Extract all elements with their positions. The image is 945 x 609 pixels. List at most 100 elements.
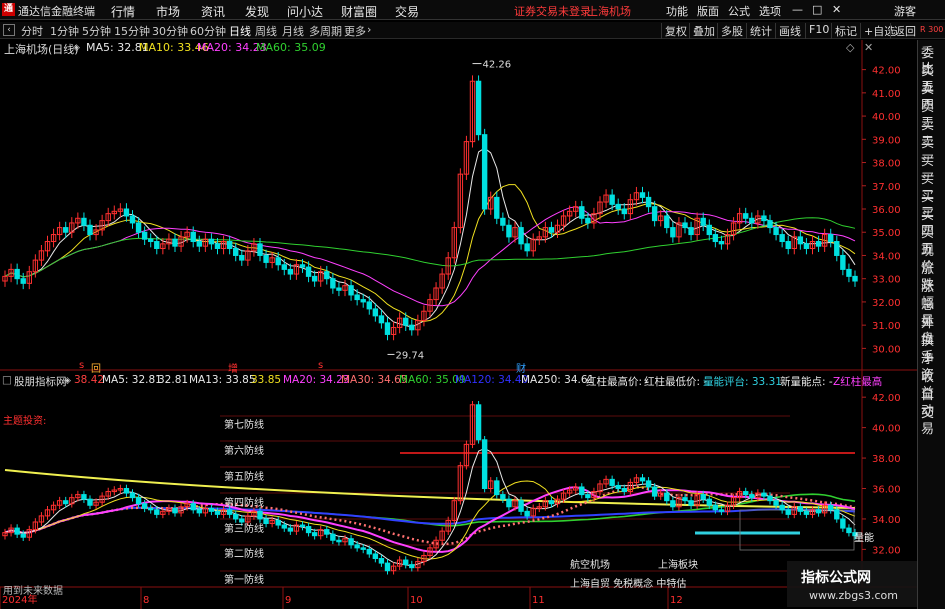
ind-z-red: Z红柱最高 — [833, 376, 883, 388]
candle-body — [797, 236, 804, 245]
period-tab-daily[interactable]: 日线 — [229, 23, 251, 39]
candle-body — [409, 324, 415, 331]
login-status[interactable]: 证券交易未登录 — [514, 3, 591, 19]
period-tab-5min[interactable]: 5分钟 — [82, 23, 111, 39]
period-tab-weekly[interactable]: 周线 — [255, 23, 277, 39]
more-chevron-icon[interactable]: › — [367, 23, 371, 36]
ind-candle-body — [712, 504, 719, 511]
collapse-icon[interactable]: ‹ — [3, 24, 15, 36]
price-label: 33.00 — [872, 275, 901, 286]
period-tab-1min[interactable]: 1分钟 — [50, 23, 79, 39]
candle-body — [494, 196, 500, 219]
candle-body — [609, 194, 615, 205]
menu-item-news[interactable]: 资讯 — [201, 3, 225, 20]
menu-item-function[interactable]: 功能 — [666, 3, 688, 19]
marker-s: s — [79, 360, 85, 371]
close-icon[interactable]: ✕ — [832, 3, 841, 16]
toolbar-back-button[interactable]: 返回 — [890, 23, 919, 39]
x-label: 11 — [532, 595, 545, 606]
candle-body — [621, 208, 627, 215]
period-tab-15min[interactable]: 15分钟 — [114, 23, 150, 39]
period-tab-30min[interactable]: 30分钟 — [152, 23, 188, 39]
toolbar-multistock-button[interactable]: 多股 — [717, 23, 746, 39]
candle-body — [208, 238, 215, 245]
candle-body — [239, 254, 245, 261]
indicator-collapse-icon[interactable]: □ — [2, 374, 12, 386]
ind-candle-body — [670, 500, 676, 508]
candle-body — [129, 215, 136, 224]
period-tab-more[interactable]: 更多 — [344, 23, 366, 39]
diamond-icon[interactable]: ◇ — [846, 41, 854, 54]
menu-item-discover[interactable]: 发现 — [245, 3, 269, 20]
ind-price-label: 32.00 — [872, 545, 901, 556]
ind-candle-body — [123, 488, 130, 494]
rp-trade[interactable]: 交易 — [921, 406, 945, 438]
ind-candle-body — [834, 509, 840, 520]
ind-candle-body — [360, 547, 366, 550]
ind-candle-body — [214, 510, 221, 515]
minimize-icon[interactable]: — — [792, 3, 803, 16]
candle-body — [123, 208, 130, 217]
ind-candle-body — [700, 494, 706, 500]
toolbar-overlay-button[interactable]: 叠加 — [689, 23, 718, 39]
ind-candle-body — [688, 500, 694, 506]
price-label: 41.00 — [872, 89, 901, 100]
period-tab-multi[interactable]: 多周期 — [309, 23, 342, 39]
ind-candle-body — [263, 518, 269, 525]
toolbar-f10-button[interactable]: F10 — [805, 23, 832, 39]
toolbar-adjust-button[interactable]: 复权 — [661, 23, 690, 39]
indicator-settings-icon[interactable]: ◈ — [64, 376, 71, 386]
menu-item-layout[interactable]: 版面 — [697, 3, 719, 19]
main-candles: 42.26 29.74 — [2, 60, 858, 361]
ind-candle-body — [403, 559, 409, 566]
app-title: 通达信金融终端 — [18, 5, 95, 18]
toolbar-stats-button[interactable]: 统计 — [746, 23, 775, 39]
current-stock-name: 上海机场 — [587, 5, 631, 18]
candle-body — [712, 234, 719, 243]
ind-price-label: 40.00 — [872, 424, 901, 435]
candle-body — [275, 257, 281, 266]
toolbar-mark-button[interactable]: 标记 — [831, 23, 860, 39]
candle-body — [585, 217, 591, 224]
menu-item-quotes[interactable]: 行情 — [111, 3, 135, 20]
maximize-icon[interactable]: □ — [812, 3, 822, 16]
candle-body — [81, 217, 87, 226]
period-tab-monthly[interactable]: 月线 — [282, 23, 304, 39]
ind-candle-body — [797, 506, 804, 512]
pin-icon[interactable]: ✕ — [864, 41, 873, 54]
price-label: 42.00 — [872, 66, 901, 77]
candle-body — [336, 287, 342, 291]
indicator-name: 股朋指标网 — [14, 376, 67, 388]
candle-body — [154, 241, 160, 249]
settings-icon[interactable]: ◈ — [73, 43, 80, 53]
price-label: 36.00 — [872, 205, 901, 216]
candle-body — [378, 315, 385, 324]
candle-body — [305, 266, 312, 277]
ind-candle-body — [815, 509, 822, 514]
menu-item-market[interactable]: 市场 — [156, 3, 180, 20]
menu-item-formula[interactable]: 公式 — [728, 3, 750, 19]
candle-body — [688, 227, 694, 236]
period-tab-60min[interactable]: 60分钟 — [190, 23, 226, 39]
chart-canvas[interactable]: 42.00 41.00 40.00 39.00 38.00 37.00 36.00 35.00… — [0, 40, 917, 609]
candle-body — [682, 222, 688, 229]
candle-body — [506, 224, 512, 238]
candle-body — [524, 243, 530, 252]
candle-body — [767, 220, 773, 229]
period-tab-timeshare[interactable]: 分时 — [21, 23, 43, 39]
menu-item-options[interactable]: 选项 — [759, 3, 781, 19]
toolbar-draw-button[interactable]: 画线 — [775, 23, 804, 39]
ind-candle-body — [524, 510, 530, 517]
menu-item-ask[interactable]: 问小达 — [287, 3, 323, 20]
menu-item-wealth[interactable]: 财富圈 — [341, 3, 377, 20]
ind-price-label: 36.00 — [872, 485, 901, 496]
ind-candle-body — [135, 497, 142, 505]
theme-label: 主题投资: — [3, 416, 47, 427]
guest-button[interactable]: 游客 — [894, 3, 916, 19]
ind-candle-body — [409, 564, 415, 569]
ind-candle-body — [336, 539, 342, 543]
high-label: 42.26 — [483, 60, 512, 71]
menu-item-trade[interactable]: 交易 — [395, 3, 419, 20]
candle-body — [579, 206, 585, 219]
candle-body — [384, 322, 391, 335]
